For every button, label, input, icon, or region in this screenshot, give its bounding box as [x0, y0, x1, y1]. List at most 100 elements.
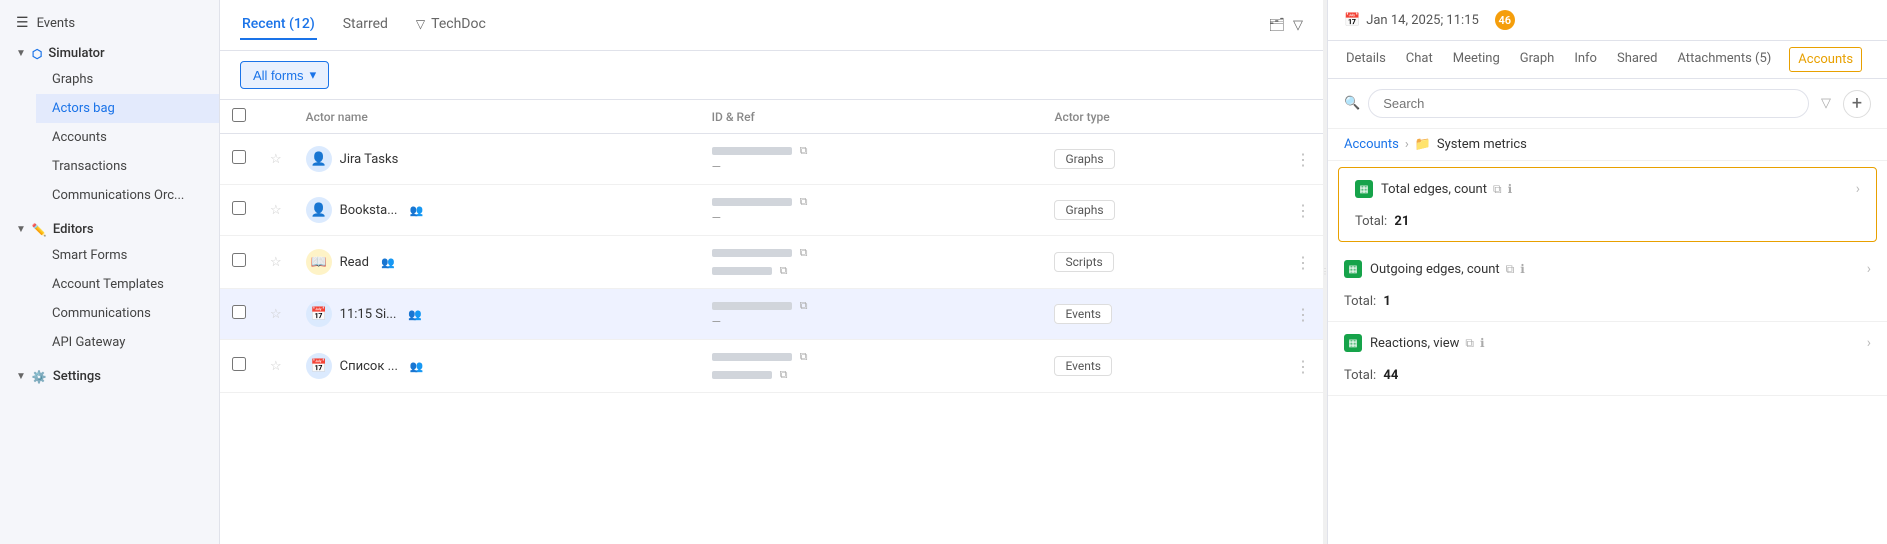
- sidebar-item-communications2[interactable]: Communications: [36, 299, 219, 328]
- add-button[interactable]: +: [1843, 90, 1871, 118]
- row-id-cell: ⧉ —: [700, 289, 1043, 340]
- actor-name: 11:15 Si...: [340, 307, 397, 322]
- search-input[interactable]: [1368, 89, 1809, 118]
- tab-techdoc-label: TechDoc: [431, 16, 486, 32]
- star-icon[interactable]: ☆: [270, 359, 282, 374]
- metric-item-total-edges[interactable]: ▦ Total edges, count ⧉ ℹ › Total: 21: [1338, 167, 1877, 242]
- more-icon[interactable]: ⋮: [1295, 253, 1311, 272]
- select-all-checkbox[interactable]: [232, 108, 246, 122]
- tab-meeting[interactable]: Meeting: [1451, 41, 1502, 78]
- right-panel: 📅 Jan 14, 2025; 11:15 46 Details Chat Me…: [1327, 0, 1887, 544]
- id-bar-sub: [712, 267, 772, 275]
- tab-graph[interactable]: Graph: [1518, 41, 1557, 78]
- sidebar-section-settings[interactable]: ▼ ⚙️ Settings: [0, 361, 219, 388]
- top-bar-actions: 🗂 ▽: [1268, 18, 1303, 33]
- actor-icon-person: 👤: [306, 146, 332, 172]
- tab-starred[interactable]: Starred: [341, 10, 390, 40]
- more-icon[interactable]: ⋮: [1295, 150, 1311, 169]
- filter-action-icon[interactable]: ▽: [1293, 18, 1303, 33]
- copy-icon[interactable]: ⧉: [800, 195, 808, 209]
- star-icon[interactable]: ☆: [270, 307, 282, 322]
- tab-accounts[interactable]: Accounts: [1789, 47, 1862, 72]
- tab-recent[interactable]: Recent (12): [240, 10, 317, 40]
- sidebar-item-accounts[interactable]: Accounts: [36, 123, 219, 152]
- sidebar-item-events[interactable]: ☰ Events: [0, 8, 219, 38]
- metric-item-reactions-view[interactable]: ▦ Reactions, view ⧉ ℹ › Total: 44: [1328, 322, 1887, 396]
- info-metric-icon[interactable]: ℹ: [1508, 182, 1513, 196]
- star-icon[interactable]: ☆: [270, 203, 282, 218]
- actor-name: Список ...: [340, 359, 398, 374]
- breadcrumb-root[interactable]: Accounts: [1344, 137, 1399, 152]
- row-checkbox[interactable]: [232, 150, 246, 164]
- copy-icon[interactable]: ⧉: [780, 368, 788, 382]
- right-filter-icon[interactable]: ▽: [1817, 92, 1835, 115]
- more-icon[interactable]: ⋮: [1295, 357, 1311, 376]
- copy-icon[interactable]: ⧉: [800, 350, 808, 364]
- more-icon[interactable]: ⋮: [1295, 201, 1311, 220]
- actor-icon-person: 👤: [306, 197, 332, 223]
- table-row[interactable]: ☆ 👤 Booksta... 👥 ⧉: [220, 185, 1323, 236]
- sidebar-item-communications[interactable]: Communications Orc...: [36, 181, 219, 210]
- star-icon[interactable]: ☆: [270, 255, 282, 270]
- row-type-cell: Graphs: [1042, 134, 1283, 185]
- sidebar-item-api-gateway[interactable]: API Gateway: [36, 328, 219, 357]
- events-icon: ☰: [16, 15, 29, 31]
- tab-info[interactable]: Info: [1572, 41, 1599, 78]
- table-row[interactable]: ☆ 📖 Read 👥 ⧉: [220, 236, 1323, 289]
- metric-item-outgoing-edges[interactable]: ▦ Outgoing edges, count ⧉ ℹ › Total: 1: [1328, 248, 1887, 322]
- copy-icon[interactable]: ⧉: [800, 246, 808, 260]
- row-checkbox[interactable]: [232, 357, 246, 371]
- actor-type-tag: Scripts: [1054, 252, 1113, 272]
- header-date-text: Jan 14, 2025; 11:15: [1366, 13, 1479, 28]
- actor-type-tag: Events: [1054, 304, 1112, 324]
- row-name-cell: 👤 Jira Tasks: [294, 134, 700, 185]
- breadcrumb-separator: ›: [1405, 137, 1409, 152]
- metric-row-total-edges[interactable]: ▦ Total edges, count ⧉ ℹ ›: [1339, 168, 1876, 210]
- tab-shared[interactable]: Shared: [1615, 41, 1659, 78]
- actor-type-tag: Graphs: [1054, 200, 1114, 220]
- table-row[interactable]: ☆ 📅 11:15 Si... 👥 ⧉: [220, 289, 1323, 340]
- copy-metric-icon[interactable]: ⧉: [1465, 336, 1474, 351]
- copy-icon[interactable]: ⧉: [800, 299, 808, 313]
- row-checkbox[interactable]: [232, 253, 246, 267]
- sidebar-label-api-gateway: API Gateway: [52, 335, 125, 350]
- copy-metric-icon[interactable]: ⧉: [1506, 262, 1515, 277]
- sidebar-item-transactions[interactable]: Transactions: [36, 152, 219, 181]
- tab-techdoc[interactable]: ▽ TechDoc: [414, 10, 488, 40]
- info-metric-icon[interactable]: ℹ: [1520, 262, 1525, 276]
- tab-info-label: Info: [1574, 51, 1597, 66]
- copy-icon[interactable]: ⧉: [800, 144, 808, 158]
- metric-total-outgoing-edges: Total: 1: [1328, 290, 1887, 321]
- more-icon[interactable]: ⋮: [1295, 305, 1311, 324]
- sidebar-section-editors[interactable]: ▼ ✏️ Editors: [0, 214, 219, 241]
- star-icon[interactable]: ☆: [270, 152, 282, 167]
- row-more-cell: ⋮: [1283, 134, 1323, 185]
- all-forms-dropdown[interactable]: All forms ▾: [240, 61, 329, 89]
- row-checkbox[interactable]: [232, 201, 246, 215]
- sidebar-section-simulator[interactable]: ▼ ⬡ Simulator: [0, 38, 219, 65]
- tab-chat[interactable]: Chat: [1404, 41, 1435, 78]
- sidebar-sub-editors: Smart Forms Account Templates Communicat…: [0, 241, 219, 357]
- info-metric-icon[interactable]: ℹ: [1480, 336, 1485, 350]
- sidebar-label-transactions: Transactions: [52, 159, 127, 174]
- tab-details[interactable]: Details: [1344, 41, 1388, 78]
- sidebar-item-graphs[interactable]: Graphs: [36, 65, 219, 94]
- metric-row-reactions-view[interactable]: ▦ Reactions, view ⧉ ℹ ›: [1328, 322, 1887, 364]
- row-more-cell: ⋮: [1283, 185, 1323, 236]
- sidebar-item-account-templates[interactable]: Account Templates: [36, 270, 219, 299]
- tab-attachments[interactable]: Attachments (5): [1675, 41, 1773, 78]
- actor-icon-calendar: 📅: [306, 301, 332, 327]
- folder-action-icon[interactable]: 🗂: [1268, 18, 1285, 33]
- table-row[interactable]: ☆ 👤 Jira Tasks ⧉ —: [220, 134, 1323, 185]
- sidebar-item-smart-forms[interactable]: Smart Forms: [36, 241, 219, 270]
- breadcrumb-folder-icon: 📁: [1415, 137, 1431, 152]
- coin-badge: 46: [1495, 10, 1515, 30]
- copy-icon[interactable]: ⧉: [780, 264, 788, 278]
- editors-icon: ✏️: [32, 223, 47, 237]
- metric-row-outgoing-edges[interactable]: ▦ Outgoing edges, count ⧉ ℹ ›: [1328, 248, 1887, 290]
- sidebar-item-actors-bag[interactable]: Actors bag: [36, 94, 219, 123]
- copy-metric-icon[interactable]: ⧉: [1493, 182, 1502, 197]
- row-id-cell: ⧉ —: [700, 134, 1043, 185]
- row-checkbox[interactable]: [232, 305, 246, 319]
- table-row[interactable]: ☆ 📅 Список ... 👥 ⧉: [220, 340, 1323, 393]
